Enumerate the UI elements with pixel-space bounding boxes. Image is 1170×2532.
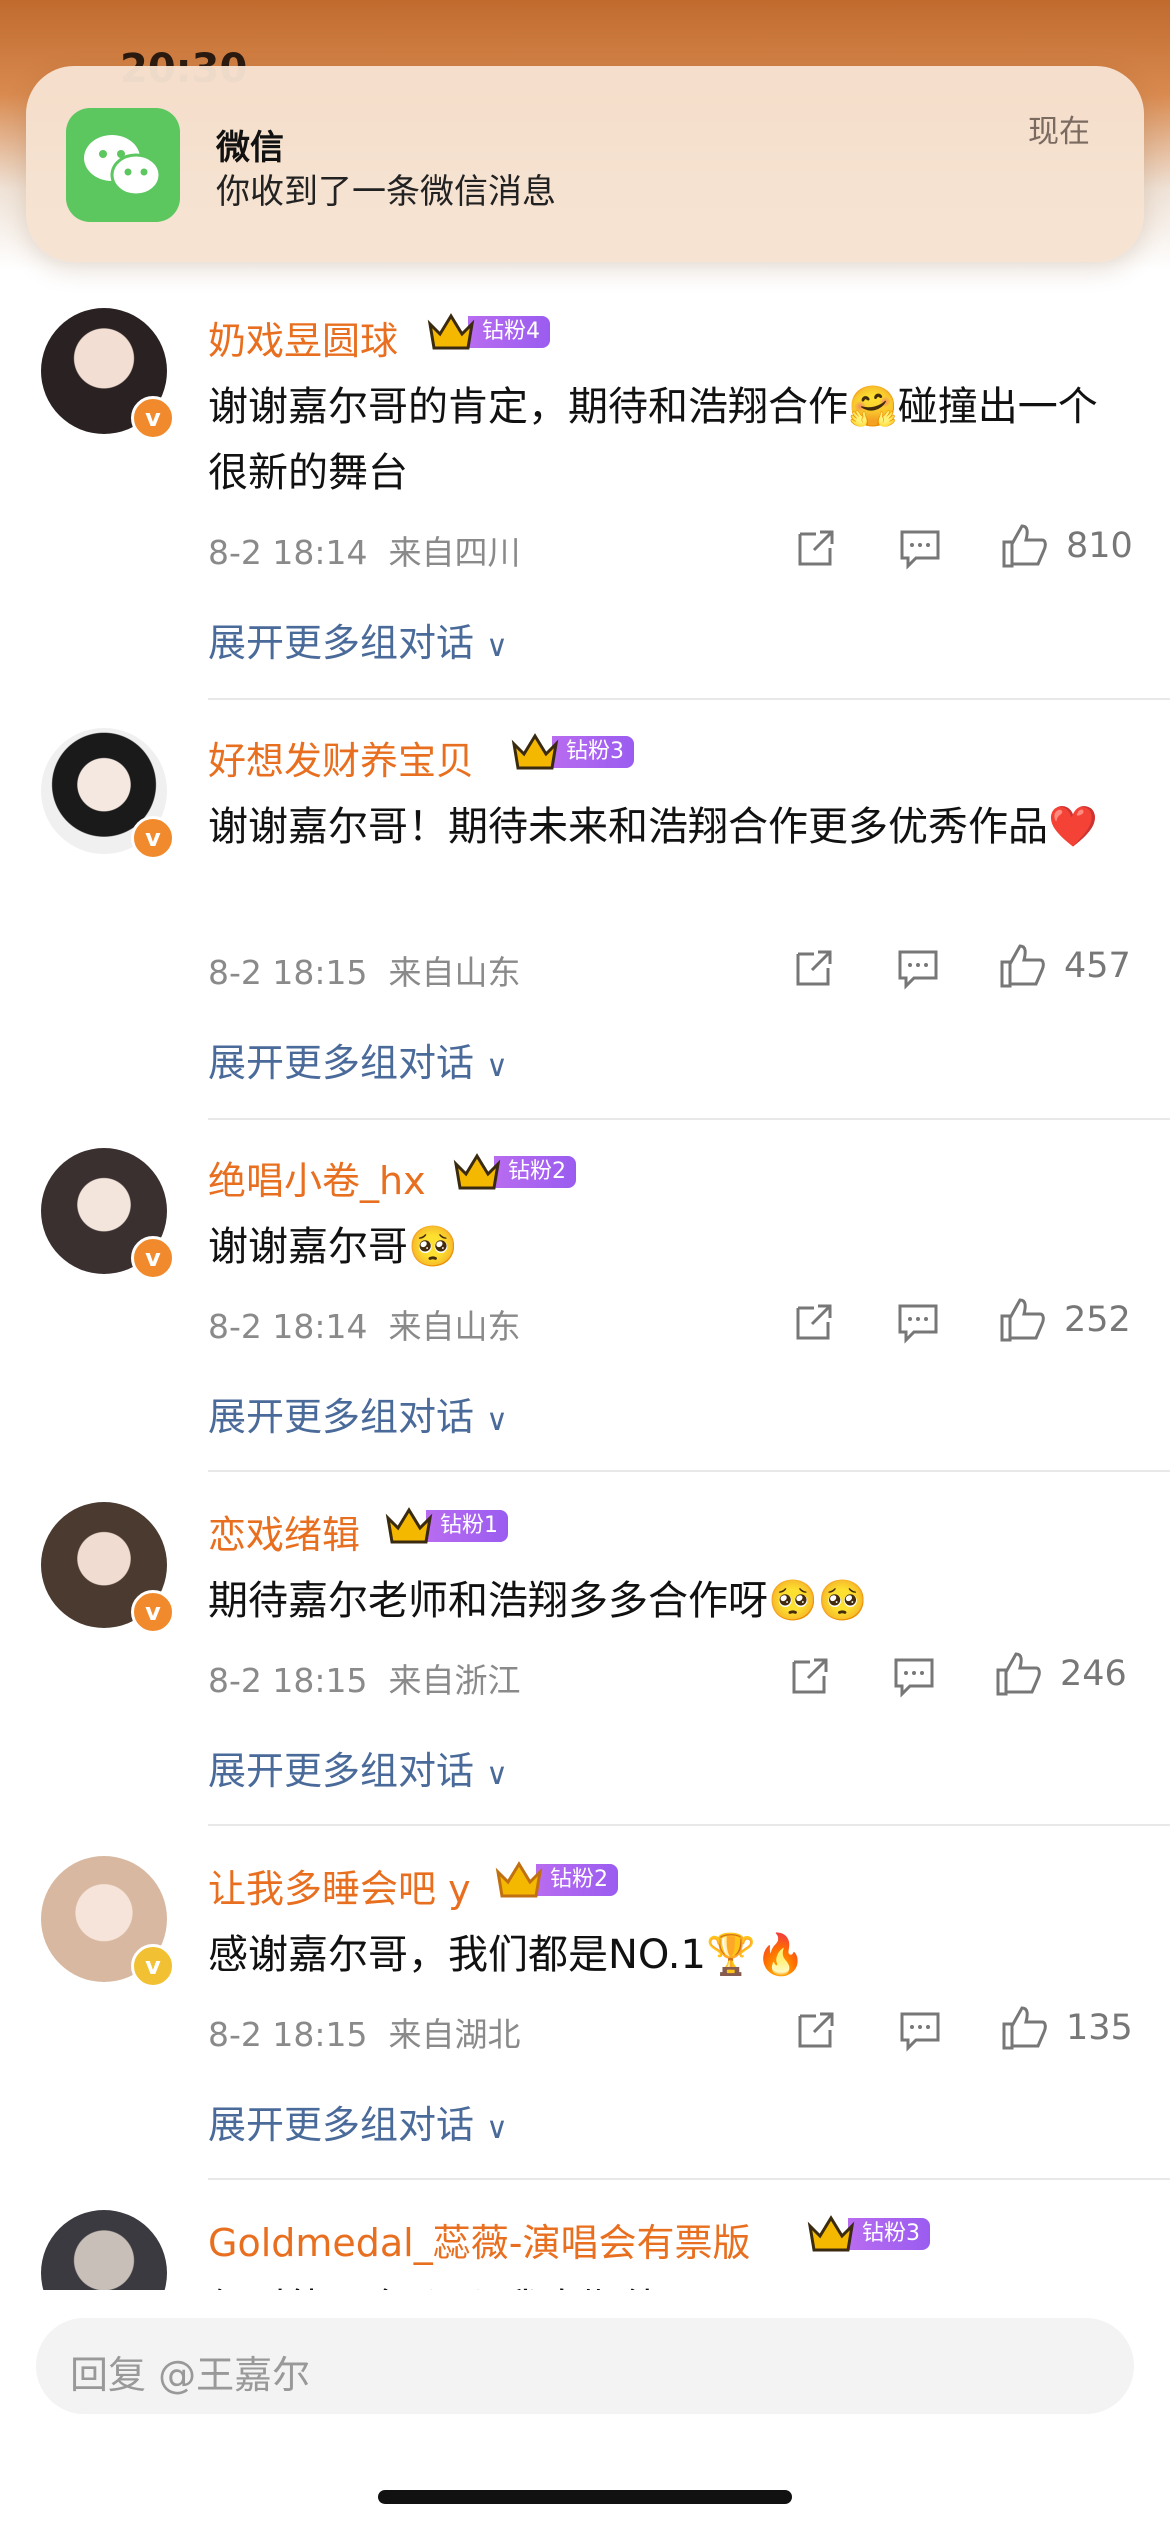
chevron-down-icon: ∨ [486, 629, 508, 664]
like-count: 252 [1064, 1300, 1131, 1340]
share-icon[interactable] [792, 1300, 836, 1344]
comment-text: 期待嘉尔老师和浩翔多多合作呀🥺🥺 [208, 1578, 868, 1624]
comment-location: 来自湖北 [388, 2015, 521, 2054]
avatar[interactable]: v [41, 2210, 167, 2292]
crown-icon [427, 313, 475, 350]
reply-input[interactable]: 回复 @王嘉尔 [36, 2318, 1134, 2414]
share-icon[interactable] [792, 946, 836, 990]
like-count: 810 [1066, 526, 1133, 566]
share-icon[interactable] [794, 2008, 838, 2052]
chevron-down-icon: ∨ [486, 1049, 508, 1084]
notification-time: 现在 [1028, 114, 1090, 150]
verified-icon: v [131, 816, 175, 860]
comment-text: 谢谢嘉尔哥！期待未来和浩翔合作更多优秀作品❤️ [208, 804, 1098, 850]
comment-text: 谢谢嘉尔哥的肯定，期待和浩翔合作🤗碰撞出一个很新的舞台 [208, 384, 1098, 496]
chevron-down-icon: ∨ [486, 2111, 508, 2146]
share-icon[interactable] [788, 1654, 832, 1698]
crown-icon [385, 1507, 433, 1544]
like-count: 135 [1066, 2008, 1133, 2048]
like-icon[interactable] [1000, 2004, 1048, 2052]
like-icon[interactable] [998, 1296, 1046, 1344]
home-indicator[interactable] [378, 2490, 792, 2504]
like-icon[interactable] [994, 1650, 1042, 1698]
crown-icon [511, 733, 559, 770]
comment-item: v Goldmedal_蕊薇-演唱会有票版 钻粉3 何时能同台😭😭我真期待了 [0, 2192, 1170, 2292]
comment-icon[interactable] [898, 2008, 942, 2052]
like-icon[interactable] [1000, 522, 1048, 570]
comment-date: 8-2 18:14 [208, 1307, 368, 1346]
username[interactable]: 奶戏昱圆球 [208, 310, 398, 365]
like-count: 457 [1064, 946, 1131, 986]
status-bar: 20:30 [0, 0, 1170, 92]
crown-icon [453, 1153, 501, 1190]
expand-conversation-link[interactable]: 展开更多组对话 ∨ [208, 1740, 508, 1795]
like-icon[interactable] [998, 942, 1046, 990]
expand-conversation-link[interactable]: 展开更多组对话 ∨ [208, 2094, 508, 2149]
wechat-notification[interactable]: 微信 你收到了一条微信消息 现在 [26, 66, 1144, 262]
expand-conversation-link[interactable]: 展开更多组对话 ∨ [208, 1386, 508, 1441]
comment-meta: 8-2 18:15 来自山东 [208, 946, 520, 994]
chevron-down-icon: ∨ [486, 1757, 508, 1792]
comment-icon[interactable] [898, 526, 942, 570]
verified-icon: v [131, 396, 175, 440]
comment-meta: 8-2 18:15 来自浙江 [208, 1654, 520, 1702]
divider [208, 1470, 1170, 1472]
comment-date: 8-2 18:15 [208, 1661, 368, 1700]
comment-meta: 8-2 18:15 来自湖北 [208, 2008, 520, 2056]
comment-date: 8-2 18:15 [208, 953, 368, 992]
comment-location: 来自山东 [388, 1307, 521, 1346]
username[interactable]: 让我多睡会吧 y [208, 1858, 471, 1913]
crown-icon [495, 1861, 543, 1898]
avatar[interactable]: v [41, 1148, 175, 1280]
fan-badge[interactable]: 钻粉2 [452, 1153, 576, 1190]
username[interactable]: 恋戏绪辑 [208, 1504, 360, 1559]
comment-location: 来自山东 [388, 953, 521, 992]
avatar[interactable]: v [41, 308, 175, 440]
chevron-down-icon: ∨ [486, 1403, 508, 1438]
avatar[interactable]: v [41, 1856, 175, 1988]
comment-text: 感谢嘉尔哥，我们都是NO.1🏆🔥 [208, 1932, 806, 1978]
verified-icon: v [131, 1590, 175, 1634]
divider [208, 2178, 1170, 2180]
comment-date: 8-2 18:14 [208, 533, 368, 572]
comment-icon[interactable] [896, 1300, 940, 1344]
comment-location: 来自浙江 [388, 1661, 521, 1700]
notification-app-name: 微信 [216, 128, 284, 168]
like-count: 246 [1060, 1654, 1127, 1694]
verified-icon: v [131, 1944, 175, 1988]
comment-icon[interactable] [892, 1654, 936, 1698]
avatar[interactable]: v [41, 1502, 175, 1634]
wechat-icon [66, 108, 180, 222]
avatar[interactable]: v [41, 728, 175, 860]
crown-icon [807, 2215, 855, 2252]
fan-badge[interactable]: 钻粉3 [510, 733, 634, 770]
comment-text: 谢谢嘉尔哥🥺 [208, 1224, 458, 1270]
comment-meta: 8-2 18:14 来自四川 [208, 526, 520, 574]
fan-badge[interactable]: 钻粉2 [494, 1861, 618, 1898]
divider [208, 1118, 1170, 1120]
comment-location: 来自四川 [388, 533, 521, 572]
verified-icon: v [131, 1236, 175, 1280]
username[interactable]: 好想发财养宝贝 [208, 730, 474, 785]
divider [208, 1824, 1170, 1826]
share-icon[interactable] [794, 526, 838, 570]
divider [208, 698, 1170, 700]
fan-badge[interactable]: 钻粉4 [426, 313, 550, 350]
fan-badge[interactable]: 钻粉3 [806, 2215, 930, 2252]
comment-icon[interactable] [896, 946, 940, 990]
notification-message: 你收到了一条微信消息 [216, 172, 556, 212]
reply-placeholder: 回复 @王嘉尔 [70, 2353, 311, 2397]
comment-date: 8-2 18:15 [208, 2015, 368, 2054]
expand-conversation-link[interactable]: 展开更多组对话 ∨ [208, 612, 508, 667]
expand-conversation-link[interactable]: 展开更多组对话 ∨ [208, 1032, 508, 1087]
username[interactable]: 绝唱小卷_hx [208, 1150, 426, 1205]
username[interactable]: Goldmedal_蕊薇-演唱会有票版 [208, 2212, 750, 2267]
comment-meta: 8-2 18:14 来自山东 [208, 1300, 520, 1348]
fan-badge[interactable]: 钻粉1 [384, 1507, 508, 1544]
